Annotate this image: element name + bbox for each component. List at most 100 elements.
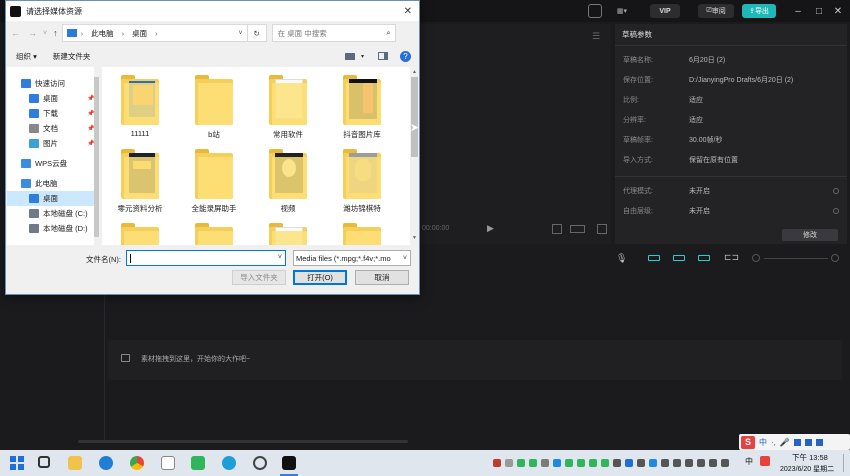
ie-icon[interactable] bbox=[99, 456, 113, 470]
help-icon[interactable]: ? bbox=[400, 50, 411, 62]
nav-item[interactable]: 下载 📌 bbox=[7, 106, 100, 121]
breadcrumb-pc[interactable]: 此电脑 bbox=[91, 28, 114, 39]
shortcut-icon[interactable] bbox=[588, 4, 602, 18]
tray-icon[interactable] bbox=[553, 459, 561, 467]
file-explorer-icon[interactable] bbox=[68, 456, 82, 470]
scroll-thumb[interactable] bbox=[411, 77, 418, 157]
review-button[interactable]: ⎚ 审阅 bbox=[698, 4, 734, 18]
tray-icon[interactable] bbox=[613, 459, 621, 467]
photos-icon[interactable] bbox=[161, 456, 175, 470]
folder-item[interactable]: 抖音图片库 bbox=[328, 75, 396, 140]
tray-icon[interactable] bbox=[505, 459, 513, 467]
forward-icon[interactable]: → bbox=[28, 28, 37, 38]
refresh-icon[interactable]: ↻ bbox=[247, 24, 267, 42]
ime-toolbar[interactable]: S 中 ·, 🎤 bbox=[739, 434, 850, 450]
folder-item[interactable]: 零元资料分析 bbox=[106, 149, 174, 214]
nav-item[interactable]: 桌面 bbox=[7, 191, 100, 206]
up-icon[interactable]: ↑ bbox=[53, 28, 58, 38]
nav-item[interactable]: 本地磁盘 (C:) bbox=[7, 206, 100, 221]
fit-icon[interactable] bbox=[552, 224, 562, 234]
tray-icon[interactable] bbox=[565, 459, 573, 467]
open-button[interactable]: 打开(O) bbox=[293, 270, 347, 285]
tray-icon[interactable] bbox=[601, 459, 609, 467]
wechat-icon[interactable] bbox=[191, 456, 205, 470]
mic-icon[interactable]: 🎙 bbox=[616, 253, 627, 264]
timeline-drop-zone[interactable]: 素材拖拽到这里，开始你的大作吧~ bbox=[108, 340, 842, 380]
nav-item[interactable]: 桌面 📌 bbox=[7, 91, 100, 106]
folder-item[interactable]: 潍坊锦棋特 bbox=[328, 149, 396, 214]
tray-icon[interactable] bbox=[577, 459, 585, 467]
timeline-scrollbar[interactable] bbox=[78, 440, 408, 443]
filename-input[interactable]: ˅ bbox=[126, 250, 286, 266]
capture-icon[interactable] bbox=[253, 456, 267, 470]
nav-scrollbar[interactable] bbox=[94, 67, 100, 245]
folder-item[interactable]: b站 bbox=[180, 75, 248, 140]
tray-icon[interactable] bbox=[649, 459, 657, 467]
fullscreen-icon[interactable] bbox=[597, 224, 607, 234]
start-icon[interactable] bbox=[10, 456, 24, 470]
tray-icon[interactable] bbox=[625, 459, 633, 467]
tray-sogou-icon[interactable] bbox=[760, 456, 770, 466]
tray-icon[interactable] bbox=[493, 459, 501, 467]
address-dropdown-icon[interactable]: ˅ bbox=[239, 30, 243, 37]
tray-icon[interactable] bbox=[517, 459, 525, 467]
view-icon[interactable] bbox=[344, 52, 355, 60]
new-folder-button[interactable]: 新建文件夹 bbox=[53, 51, 91, 62]
import-folder-button[interactable]: 导入文件夹 bbox=[232, 270, 286, 285]
folder-item[interactable] bbox=[106, 223, 174, 245]
maximize-icon[interactable]: □ bbox=[812, 4, 826, 18]
preview-pane-icon[interactable] bbox=[378, 52, 388, 60]
nav-item[interactable]: 本地磁盘 (D:) bbox=[7, 221, 100, 236]
chrome-icon[interactable] bbox=[130, 456, 144, 470]
link-icon[interactable] bbox=[673, 255, 685, 261]
preview-axis-icon[interactable] bbox=[698, 255, 710, 261]
snap-icon[interactable] bbox=[648, 255, 660, 261]
clock-date[interactable]: 2023/6/20 星期二 bbox=[780, 464, 834, 474]
tray-icon[interactable] bbox=[661, 459, 669, 467]
back-icon[interactable]: ← bbox=[11, 28, 20, 38]
view-dropdown-icon[interactable]: ▾ bbox=[361, 53, 364, 60]
address-bar[interactable]: › 此电脑 › 桌面 › ˅ bbox=[61, 24, 248, 42]
export-button[interactable]: ⇪ 导出 bbox=[742, 4, 776, 18]
search-input[interactable]: 在 桌面 中搜索 ⌕ bbox=[271, 24, 396, 42]
folder-item[interactable] bbox=[180, 223, 248, 245]
tray-icon[interactable] bbox=[709, 459, 717, 467]
organize-button[interactable]: 组织 ▾ bbox=[16, 51, 37, 62]
folder-item[interactable]: 11111 bbox=[106, 75, 174, 138]
task-view-icon[interactable] bbox=[38, 456, 50, 468]
folder-item[interactable]: 常用软件 bbox=[254, 75, 322, 140]
tray-icon[interactable] bbox=[541, 459, 549, 467]
show-desktop-button[interactable] bbox=[843, 454, 847, 472]
breadcrumb-desktop[interactable]: 桌面 bbox=[132, 28, 147, 39]
zoom-in-icon[interactable] bbox=[831, 254, 839, 262]
tray-icon[interactable] bbox=[589, 459, 597, 467]
ratio-icon[interactable] bbox=[570, 225, 585, 233]
filename-dropdown-icon[interactable]: ˅ bbox=[278, 254, 282, 261]
folder-item[interactable] bbox=[254, 223, 322, 245]
nav-item[interactable]: 快速访问 bbox=[7, 76, 100, 91]
jianying-icon[interactable] bbox=[282, 456, 296, 470]
split-icon[interactable]: ⊏⊐ bbox=[724, 252, 739, 263]
clock-time[interactable]: 下午 13:58 bbox=[792, 452, 828, 463]
tray-icon[interactable] bbox=[697, 459, 705, 467]
minimize-icon[interactable]: – bbox=[791, 4, 805, 18]
tray-icon[interactable] bbox=[685, 459, 693, 467]
folder-item[interactable]: 视频 bbox=[254, 149, 322, 214]
nav-item[interactable]: 图片 📌 bbox=[7, 136, 100, 151]
tray-icon[interactable] bbox=[637, 459, 645, 467]
play-icon[interactable]: ▶ bbox=[487, 223, 494, 234]
zoom-slider[interactable] bbox=[764, 258, 828, 259]
tray-ime[interactable]: 中 bbox=[745, 456, 753, 467]
tray-icon[interactable] bbox=[673, 459, 681, 467]
folder-item[interactable]: 全能录屏助手 bbox=[180, 149, 248, 214]
recent-icon[interactable]: ˅ bbox=[43, 30, 47, 37]
folder-item[interactable] bbox=[328, 223, 396, 245]
modify-button[interactable]: 修改 bbox=[782, 229, 838, 241]
nav-item[interactable]: 文档 📌 bbox=[7, 121, 100, 136]
edge-icon[interactable] bbox=[222, 456, 236, 470]
info-icon[interactable] bbox=[833, 188, 839, 194]
tray-icon[interactable] bbox=[721, 459, 729, 467]
layout-icon[interactable]: ▦▾ bbox=[611, 4, 633, 18]
cancel-button[interactable]: 取消 bbox=[355, 270, 409, 285]
file-type-select[interactable]: Media files (*.mpg;*.f4v;*.mo ˅ bbox=[293, 250, 411, 266]
